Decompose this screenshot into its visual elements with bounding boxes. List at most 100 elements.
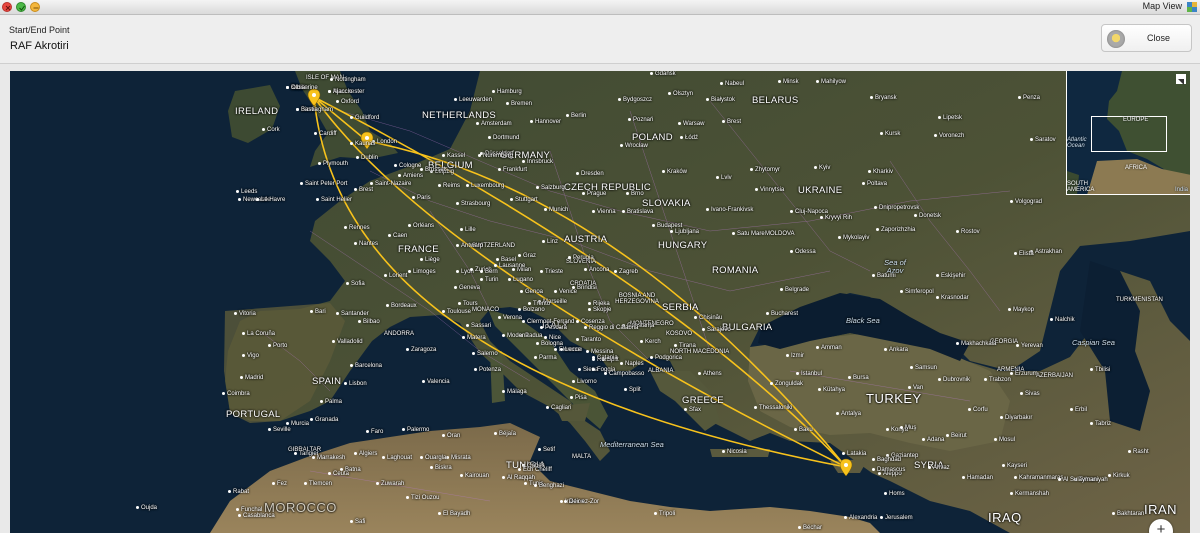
- city-label: Linz: [542, 239, 558, 245]
- city-label: Geneva: [454, 285, 480, 291]
- window-maximize-button[interactable]: [16, 2, 26, 12]
- city-label: Muş: [900, 425, 916, 431]
- close-button[interactable]: Close: [1101, 24, 1192, 52]
- country-label: HUNGARY: [658, 240, 708, 251]
- city-label: Stuttgart: [510, 197, 538, 203]
- city-label: Kaunas: [350, 141, 375, 147]
- city-label: Paris: [412, 195, 431, 201]
- city-label: Split: [624, 387, 641, 393]
- city-label: Olsztyn: [668, 91, 693, 97]
- city-label: Bydgoszcz: [618, 97, 652, 103]
- city-label: Bastia: [296, 107, 318, 113]
- inset-africa-label: AFRICA: [1125, 165, 1148, 171]
- city-label: Graz: [518, 253, 536, 259]
- city-label: Diyarbakır: [1000, 415, 1032, 421]
- city-label: Cologne: [394, 163, 421, 169]
- city-label: Bratislava: [622, 209, 653, 215]
- city-label: La Coruña: [242, 331, 275, 337]
- city-label: Strasbourg: [456, 201, 490, 207]
- pin-dot: [365, 136, 369, 140]
- city-label: Kryvyi Rih: [820, 215, 852, 221]
- window-minimize-button[interactable]: [30, 2, 40, 12]
- city-label: Reims: [438, 183, 460, 189]
- map-app-icon: [1187, 2, 1197, 12]
- city-label: Alexandria: [844, 515, 877, 521]
- city-label: Frankfurt: [498, 167, 527, 173]
- city-label: Batumi: [872, 273, 896, 279]
- city-label: Hannover: [530, 119, 561, 125]
- city-label: Ouargla: [420, 455, 446, 461]
- window-close-button[interactable]: [2, 2, 12, 12]
- inset-south-america-label: SOUTH AMERICA: [1067, 181, 1095, 193]
- city-label: Tangier: [294, 451, 319, 457]
- pin-dot: [312, 93, 316, 97]
- city-label: Perugia: [568, 255, 594, 261]
- sea-label: Sea of Azov: [884, 258, 906, 275]
- city-label: Nabeul: [720, 81, 744, 87]
- city-label: Tours: [458, 301, 478, 307]
- country-label: PORTUGAL: [226, 409, 281, 420]
- city-label: Łódź: [680, 135, 698, 141]
- city-label: Yerevan: [1016, 343, 1043, 349]
- city-label: Al Raqqah: [502, 475, 535, 481]
- country-label: TURKMENISTAN: [1116, 297, 1163, 303]
- city-label: Rabat: [228, 489, 249, 495]
- city-label: Lipetsk: [938, 115, 962, 121]
- city-label: Homs: [884, 491, 905, 497]
- city-label: Cardiff: [314, 131, 337, 137]
- close-button-icon: [1107, 30, 1125, 48]
- city-label: Wrocław: [620, 143, 648, 149]
- city-label: Saint Peter Port: [300, 181, 347, 187]
- city-label: Jerusalem: [880, 515, 913, 521]
- city-label: Ech Cheliff: [518, 467, 552, 473]
- city-label: Zuwarah: [376, 481, 404, 487]
- city-label: Thessaloniki: [754, 405, 792, 411]
- city-label: Trabzon: [984, 377, 1011, 383]
- city-label: Van: [908, 385, 923, 391]
- city-label: Dortmund: [488, 135, 519, 141]
- city-label: Tirana: [674, 343, 696, 349]
- city-label: Porto: [268, 343, 287, 349]
- city-label: Seville: [268, 427, 291, 433]
- city-label: Leeds: [236, 189, 257, 195]
- city-label: Verona: [498, 315, 522, 321]
- map-view[interactable]: IRELAND NETHERLANDS BELGIUM GERMANY POLA…: [10, 71, 1190, 533]
- city-label: Rostov: [956, 229, 980, 235]
- inset-toggle-button[interactable]: [1176, 74, 1186, 85]
- city-label: Corfu: [968, 407, 988, 413]
- city-label: Brest: [354, 187, 373, 193]
- city-label: Faro: [366, 429, 383, 435]
- city-label: Sofia: [346, 281, 365, 287]
- city-label: Antalya: [836, 411, 861, 417]
- city-label: Zaragoza: [406, 347, 436, 353]
- country-label: ALBANIA: [648, 368, 674, 374]
- city-label: Deir ez-Zor: [564, 499, 599, 505]
- city-label: Poltava: [862, 181, 887, 187]
- city-label: Odessa: [790, 249, 816, 255]
- city-label: Barcelona: [350, 363, 382, 369]
- city-label: Safi: [350, 519, 365, 525]
- city-label: Ankara: [884, 347, 908, 353]
- city-label: Catania: [592, 355, 618, 361]
- city-label: Ceuta: [328, 471, 349, 477]
- city-label: Nicosia: [722, 449, 747, 455]
- city-label: Poznań: [628, 117, 653, 123]
- city-label: Antwerp: [456, 243, 483, 249]
- minus-icon: [33, 7, 39, 9]
- city-label: Genoa: [520, 289, 543, 295]
- city-label: Orléans: [408, 223, 434, 229]
- city-label: Gdańsk: [650, 71, 676, 77]
- city-label: Vigo: [242, 353, 259, 359]
- city-label: Matera: [462, 335, 486, 341]
- country-label: UKRAINE: [798, 185, 843, 196]
- city-label: Setif: [538, 447, 555, 453]
- city-label: Leeuwarden: [454, 97, 492, 103]
- city-label: Tlemcen: [304, 481, 332, 487]
- close-icon: [5, 5, 11, 11]
- overview-inset-map[interactable]: EUROPE Atlantic Ocean AFRICA SOUTH AMERI…: [1066, 71, 1190, 195]
- city-label: Nottingham: [330, 77, 366, 83]
- city-label: Ahvaz: [928, 465, 950, 471]
- country-label: NETHERLANDS: [422, 110, 497, 121]
- city-label: Penza: [1018, 95, 1040, 101]
- window-titlebar: Map View: [0, 0, 1200, 15]
